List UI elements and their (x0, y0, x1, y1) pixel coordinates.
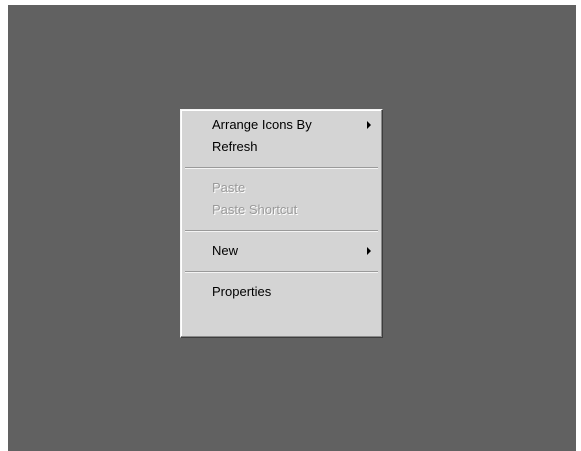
chevron-right-icon (367, 247, 371, 255)
paste-shortcut-menu-item: Paste Shortcut (181, 199, 382, 221)
paste-label: Paste (212, 180, 246, 195)
arrange-icons-by-label: Arrange Icons By (212, 117, 312, 132)
menu-separator (185, 167, 378, 169)
menu-separator (185, 271, 378, 273)
properties-label: Properties (212, 284, 272, 299)
arrange-icons-by-menu-item[interactable]: Arrange Icons By (181, 114, 382, 136)
screenshot-stage: Arrange Icons By Refresh Paste Paste Sho… (0, 0, 581, 451)
desktop-background[interactable]: Arrange Icons By Refresh Paste Paste Sho… (8, 5, 576, 451)
refresh-menu-item[interactable]: Refresh (181, 136, 382, 158)
refresh-label: Refresh (212, 139, 258, 154)
menu-separator (185, 230, 378, 232)
desktop-context-menu: Arrange Icons By Refresh Paste Paste Sho… (180, 109, 383, 338)
properties-menu-item[interactable]: Properties (181, 281, 382, 303)
chevron-right-icon (367, 121, 371, 129)
new-label: New (212, 243, 239, 258)
new-menu-item[interactable]: New (181, 240, 382, 262)
paste-menu-item: Paste (181, 177, 382, 199)
paste-shortcut-label: Paste Shortcut (212, 202, 298, 217)
